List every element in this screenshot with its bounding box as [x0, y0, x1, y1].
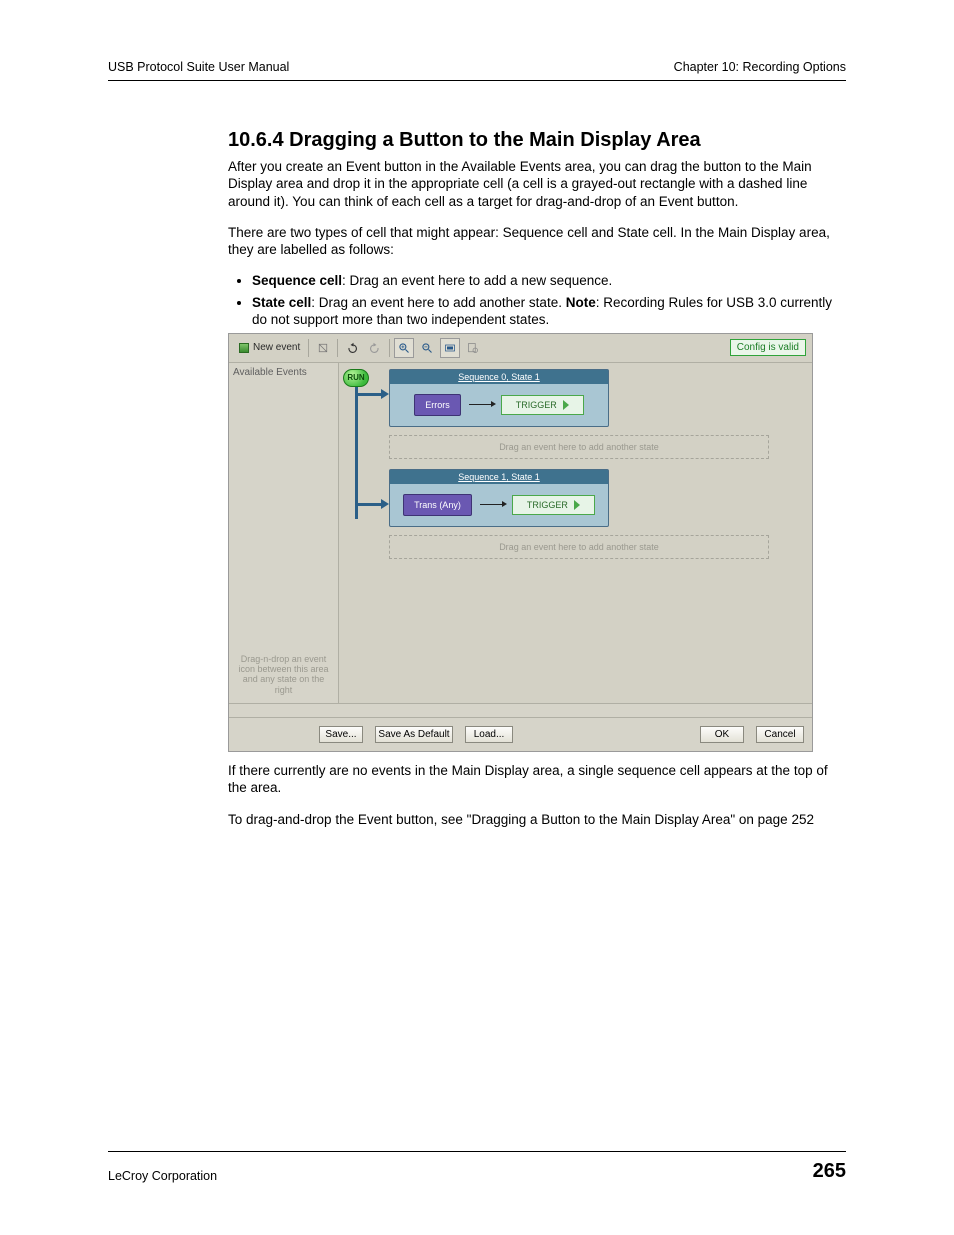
new-event-button[interactable]: New event: [235, 338, 304, 358]
load-button[interactable]: Load...: [465, 726, 513, 743]
page-content: 10.6.4 Dragging a Button to the Main Dis…: [228, 129, 846, 828]
page-number: 265: [813, 1160, 846, 1183]
cube-icon: [239, 343, 249, 353]
header-left: USB Protocol Suite User Manual: [108, 60, 289, 74]
sequence-body: Trans (Any) TRIGGER: [390, 484, 608, 526]
manual-page: USB Protocol Suite User Manual Chapter 1…: [0, 0, 954, 1235]
undo-icon[interactable]: [342, 338, 362, 358]
status-bar: [229, 703, 812, 717]
state-drop-cell[interactable]: Drag an event here to add another state: [389, 535, 769, 559]
trigger-action[interactable]: TRIGGER: [512, 495, 595, 515]
event-trans-any-chip[interactable]: Trans (Any): [403, 494, 472, 516]
separator: [389, 339, 390, 357]
ok-button[interactable]: OK: [700, 726, 744, 743]
state-cell-label: State cell: [252, 295, 311, 310]
sequence-title: Sequence 0, State 1: [390, 370, 608, 384]
post-paragraph-2: To drag-and-drop the Event button, see "…: [228, 811, 846, 828]
main-display-area[interactable]: RUN Sequence 0, State 1 Errors TRIGGER D…: [339, 363, 812, 703]
post-paragraph-1: If there currently are no events in the …: [228, 762, 846, 797]
zoom-out-icon[interactable]: [417, 338, 437, 358]
sequence-0-state-1-box[interactable]: Sequence 0, State 1 Errors TRIGGER: [389, 369, 609, 427]
available-events-label: Available Events: [233, 367, 334, 378]
note-label: Note: [566, 295, 596, 310]
arrow-icon: [355, 393, 383, 396]
workspace: Available Events Drag-n-drop an event ic…: [229, 363, 812, 703]
sidebar-hint: Drag-n-drop an event icon between this a…: [235, 654, 332, 695]
event-errors-chip[interactable]: Errors: [414, 394, 461, 416]
delete-icon[interactable]: [313, 338, 333, 358]
state-drop-cell[interactable]: Drag an event here to add another state: [389, 435, 769, 459]
fit-icon[interactable]: [440, 338, 460, 358]
properties-icon[interactable]: [463, 338, 483, 358]
page-header: USB Protocol Suite User Manual Chapter 1…: [108, 60, 846, 81]
state-cell-text-1: : Drag an event here to add another stat…: [311, 295, 565, 310]
available-events-panel[interactable]: Available Events Drag-n-drop an event ic…: [229, 363, 339, 703]
save-button[interactable]: Save...: [319, 726, 363, 743]
save-as-default-button[interactable]: Save As Default: [375, 726, 453, 743]
connector-line: [480, 504, 504, 505]
header-right: Chapter 10: Recording Options: [674, 60, 846, 74]
redo-icon[interactable]: [365, 338, 385, 358]
toolbar: New event: [229, 334, 812, 363]
page-footer: LeCroy Corporation 265: [108, 1151, 846, 1183]
zoom-in-icon[interactable]: [394, 338, 414, 358]
sequence-body: Errors TRIGGER: [390, 384, 608, 426]
sequence-cell-text: : Drag an event here to add a new sequen…: [342, 273, 612, 288]
list-item: State cell: Drag an event here to add an…: [252, 294, 846, 329]
list-item: Sequence cell: Drag an event here to add…: [252, 272, 846, 290]
cell-types-list: Sequence cell: Drag an event here to add…: [228, 272, 846, 329]
triangle-icon: [563, 400, 569, 410]
flow-line: [355, 387, 358, 519]
connector-line: [469, 404, 493, 405]
arrow-icon: [355, 503, 383, 506]
dialog-button-row: Save... Save As Default Load... OK Cance…: [229, 717, 812, 751]
separator: [308, 339, 309, 357]
intro-paragraph-2: There are two types of cell that might a…: [228, 224, 846, 259]
footer-corporation: LeCroy Corporation: [108, 1169, 217, 1183]
recording-rules-dialog: New event: [228, 333, 813, 752]
run-badge[interactable]: RUN: [343, 369, 369, 387]
intro-paragraph-1: After you create an Event button in the …: [228, 158, 846, 210]
trigger-action[interactable]: TRIGGER: [501, 395, 584, 415]
sequence-cell-label: Sequence cell: [252, 273, 342, 288]
config-status-badge: Config is valid: [730, 339, 806, 356]
sequence-1-state-1-box[interactable]: Sequence 1, State 1 Trans (Any) TRIGGER: [389, 469, 609, 527]
section-heading: 10.6.4 Dragging a Button to the Main Dis…: [228, 129, 846, 152]
cancel-button[interactable]: Cancel: [756, 726, 804, 743]
sequence-title: Sequence 1, State 1: [390, 470, 608, 484]
triangle-icon: [574, 500, 580, 510]
new-event-label: New event: [253, 342, 300, 353]
separator: [337, 339, 338, 357]
